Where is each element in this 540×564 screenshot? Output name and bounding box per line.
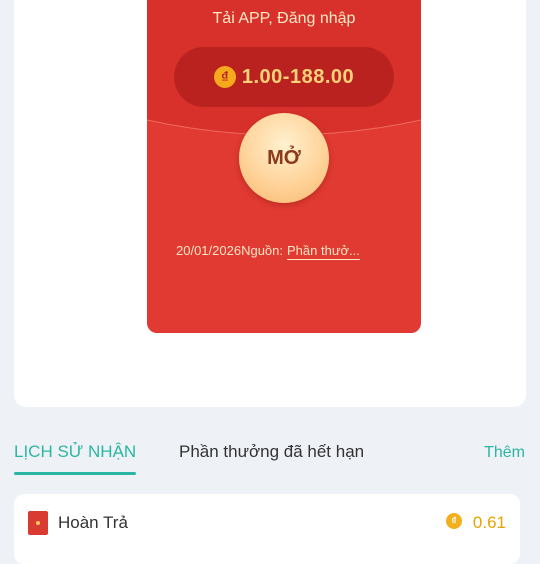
history-item-label: Hoàn Trả (58, 513, 128, 532)
red-envelope-icon (28, 511, 48, 535)
source-label: Nguồn: (241, 243, 283, 258)
red-envelope-card: Tải APP, Đăng nhập ₫ 1.00-188.00 MỞ 20/0… (14, 0, 526, 407)
history-list: Hoàn Trả ₫ 0.61 (14, 494, 520, 564)
more-link[interactable]: Thêm (484, 444, 525, 462)
tab-history[interactable]: LỊCH SỬ NHẬN (14, 442, 136, 462)
history-item-value: 0.61 (472, 513, 506, 532)
amount-range: 1.00-188.00 (241, 65, 355, 88)
open-button[interactable]: MỞ (239, 113, 329, 203)
source-link[interactable]: Phần thưở... (287, 243, 360, 260)
envelope-footer: 20/01/2026Nguồn: Phần thưở... (176, 243, 406, 260)
envelope-title: Tải APP, Đăng nhập (212, 10, 356, 27)
amount-range-pill: ₫ 1.00-188.00 (174, 47, 394, 107)
tab-expired[interactable]: Phần thưởng đã hết hạn (179, 442, 364, 462)
red-envelope[interactable]: Tải APP, Đăng nhập ₫ 1.00-188.00 MỞ 20/0… (147, 0, 421, 333)
active-tab-indicator (14, 472, 136, 475)
envelope-date: 20/01/2026 (176, 243, 242, 258)
coin-icon: ₫ (446, 513, 462, 529)
dong-coin-icon: ₫ (213, 66, 236, 88)
history-tabs: LỊCH SỬ NHẬN Phần thưởng đã hết hạn Thêm (0, 430, 540, 480)
